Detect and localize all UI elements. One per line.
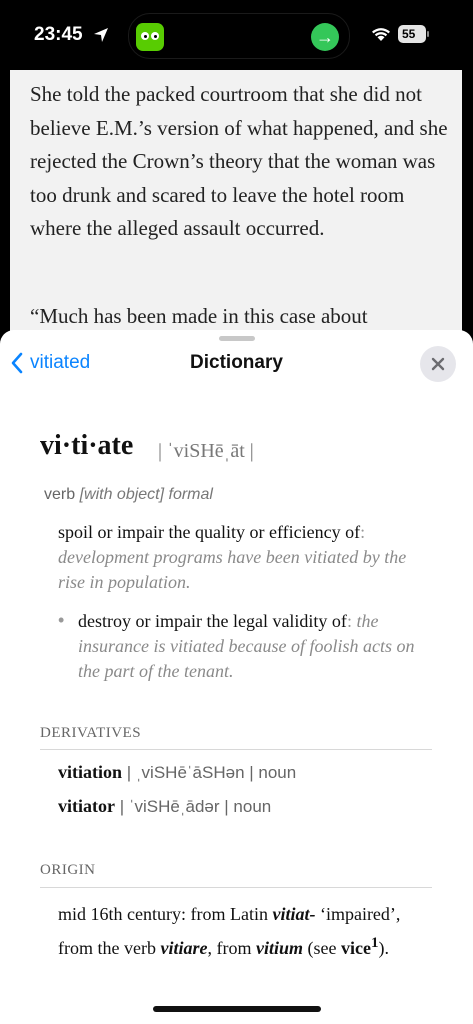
pos-qualifier: [with object] formal	[79, 486, 213, 503]
article-background: She told the packed courtroom that she d…	[10, 46, 462, 366]
home-indicator[interactable]	[153, 1006, 321, 1012]
pos-label: verb	[44, 486, 76, 503]
derivative-word: vitiator	[58, 796, 115, 816]
definition-text: spoil or impair the quality or efficienc…	[58, 522, 361, 542]
derivative-item: vitiator | ˈviSHēˌādər | noun	[58, 796, 271, 817]
cross-reference-link[interactable]: vice1	[341, 935, 378, 958]
derivative-pron: | ˌviSHēˈāSHən | noun	[126, 763, 297, 782]
origin-label: ORIGIN	[40, 862, 96, 878]
article-paragraph: She told the packed courtroom that she d…	[30, 82, 448, 240]
status-bar: 23:45 → 55	[0, 0, 473, 70]
close-button[interactable]	[420, 346, 456, 382]
definition-2: destroy or impair the legal validity of:…	[78, 611, 415, 681]
definition-text: destroy or impair the legal validity of	[78, 611, 347, 631]
derivative-word: vitiation	[58, 762, 123, 782]
divider	[40, 749, 432, 750]
sheet-grabber[interactable]	[219, 336, 255, 341]
battery-indicator: 55	[398, 25, 429, 43]
article-paragraph: “Much has been made in this case about	[30, 304, 368, 328]
derivative-pron: | ˈviSHēˌādər | noun	[119, 797, 272, 816]
definition-example: development programs have been vitiated …	[58, 547, 407, 592]
bullet: •	[58, 610, 65, 630]
dictionary-sheet: vitiated Dictionary vi·ti·ate | ˈviSHēˌā…	[0, 330, 473, 1024]
headword: vi·ti·ate	[40, 430, 134, 461]
arrow-right-icon[interactable]: →	[311, 23, 339, 51]
sheet-title: Dictionary	[190, 352, 283, 373]
derivatives-label: DERIVATIVES	[40, 725, 142, 741]
origin-text: mid 16th century: from Latin vitiat- ‘im…	[58, 904, 401, 958]
duolingo-owl-icon[interactable]	[136, 23, 164, 51]
location-arrow-icon	[94, 28, 108, 42]
status-time: 23:45	[34, 24, 83, 45]
definition-1: spoil or impair the quality or efficienc…	[58, 522, 407, 592]
wifi-icon	[372, 28, 390, 41]
close-icon	[431, 357, 445, 371]
derivative-item: vitiation | ˌviSHēˈāSHən | noun	[58, 762, 296, 783]
part-of-speech: verb [with object] formal	[44, 486, 213, 504]
pronunciation: | ˈviSHēˌāt |	[158, 440, 254, 462]
divider	[40, 887, 432, 888]
